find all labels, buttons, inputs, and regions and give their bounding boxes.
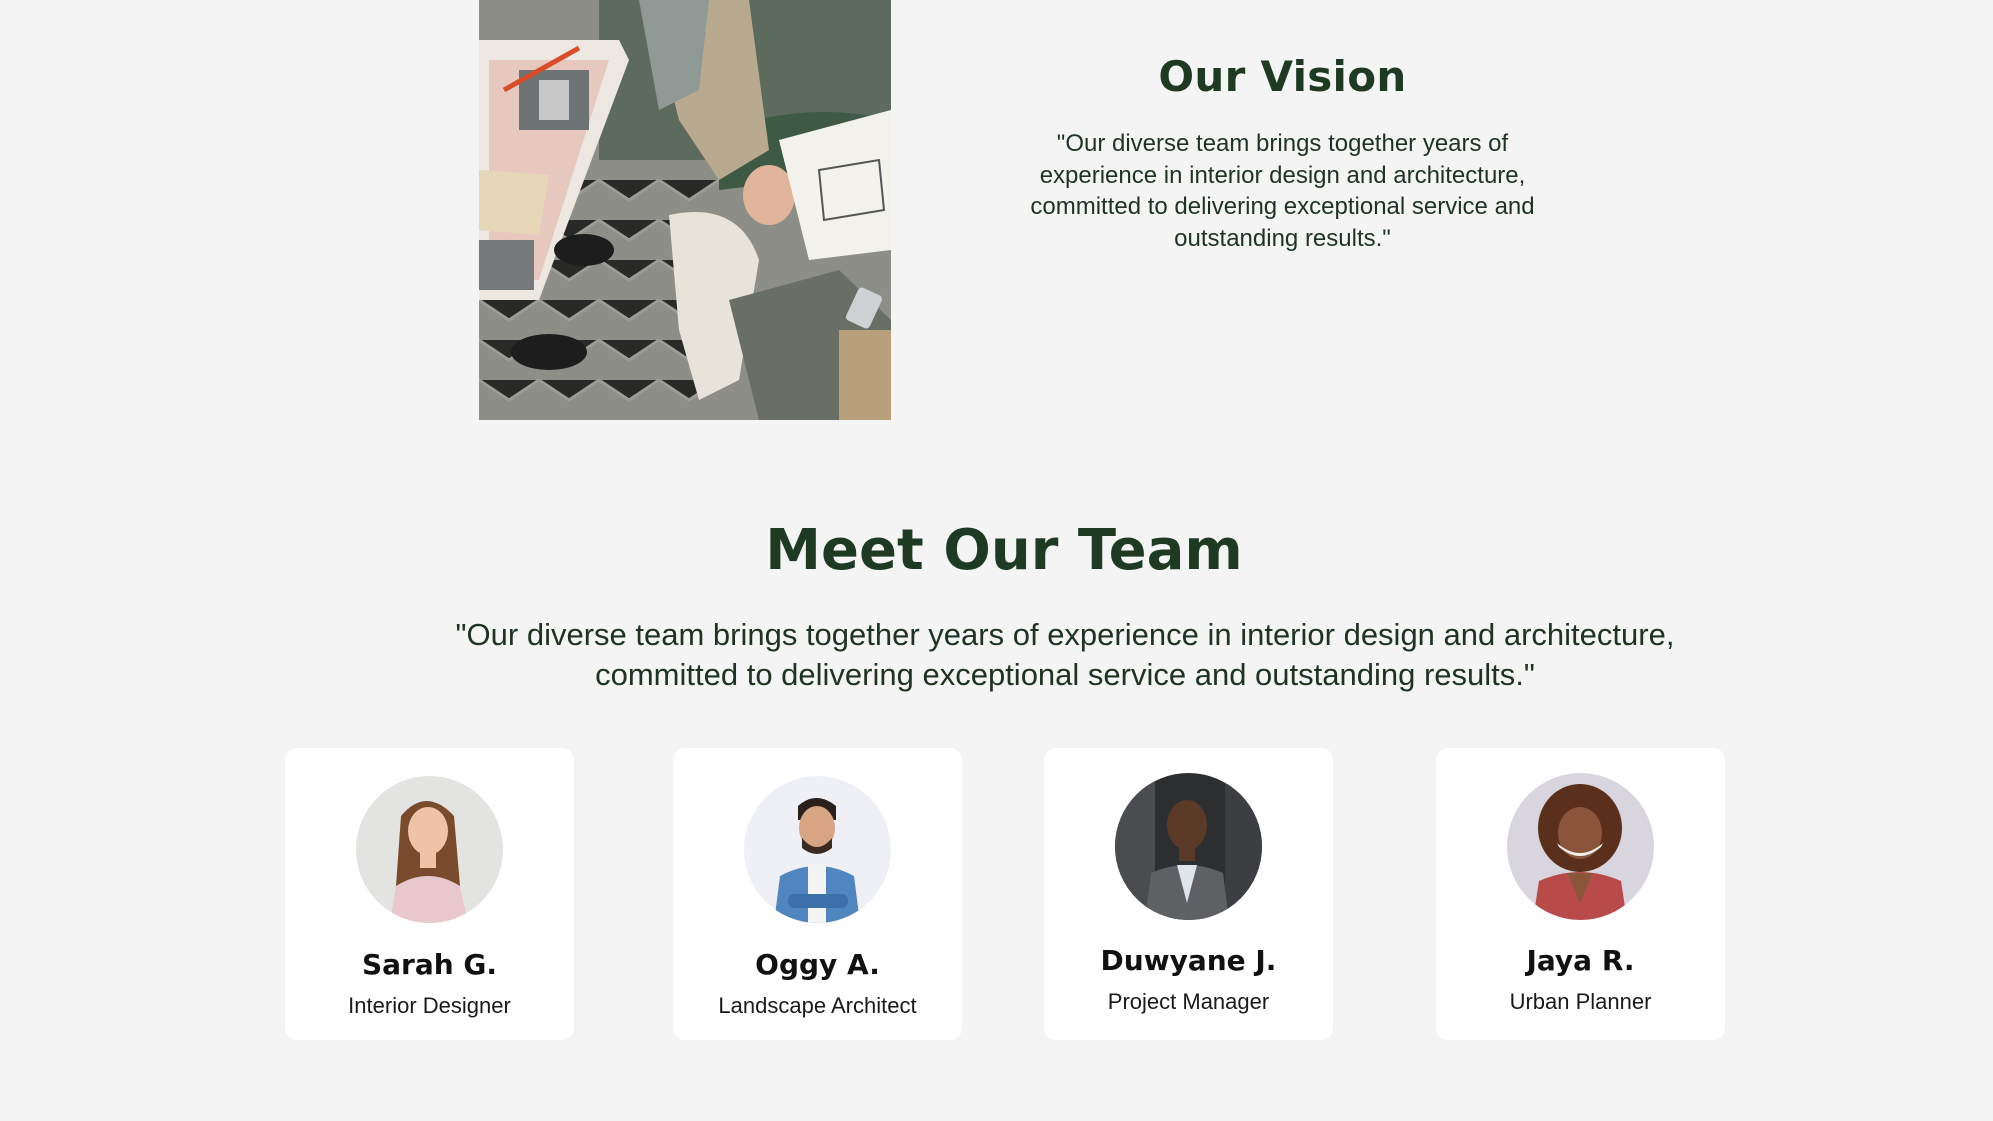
team-card: Duwyane J. Project Manager: [1044, 748, 1333, 1040]
member-role: Interior Designer: [348, 993, 511, 1018]
team-card: Oggy A. Landscape Architect: [673, 748, 962, 1040]
avatar: [1507, 773, 1654, 920]
vision-image: [479, 0, 891, 420]
avatar: [744, 776, 891, 923]
team-card: Sarah G. Interior Designer: [285, 748, 574, 1040]
member-name: Jaya R.: [1526, 944, 1635, 977]
team-text: "Our diverse team brings together years …: [455, 617, 1675, 692]
member-name: Sarah G.: [361, 948, 498, 981]
avatar: [1115, 773, 1262, 920]
team-title: Meet Our Team: [765, 518, 1243, 583]
member-role: Landscape Architect: [718, 993, 917, 1018]
page: Our Vision "Our diverse team brings toge…: [0, 0, 1993, 1121]
member-name: Duwyane J.: [1100, 944, 1277, 977]
vision-title: Our Vision: [1158, 52, 1407, 101]
member-name: Oggy A.: [755, 948, 880, 981]
avatar: [356, 776, 503, 923]
member-role: Project Manager: [1107, 989, 1270, 1014]
vision-text: "Our diverse team brings together years …: [1030, 130, 1535, 252]
member-role: Urban Planner: [1509, 989, 1652, 1014]
team-card: Jaya R. Urban Planner: [1436, 748, 1725, 1040]
